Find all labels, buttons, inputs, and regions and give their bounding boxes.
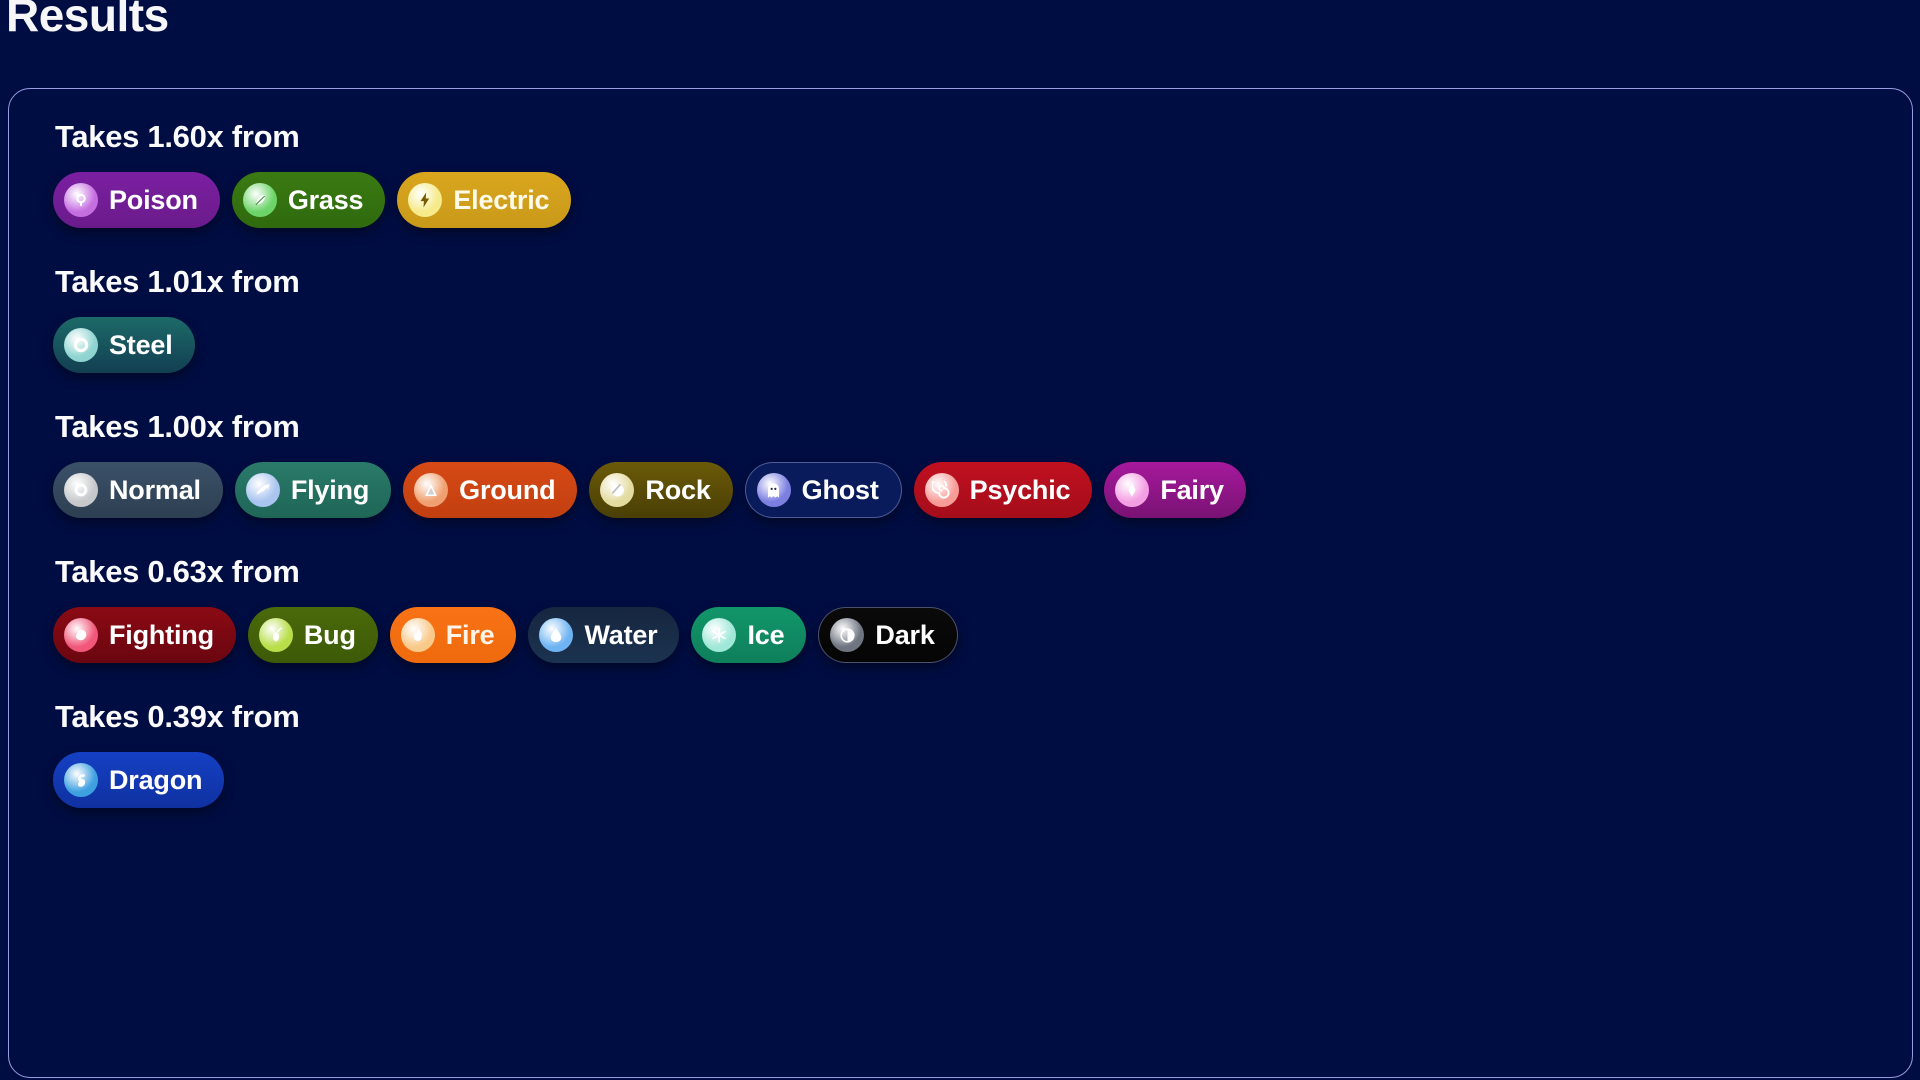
- poison-icon: [64, 183, 98, 217]
- type-badge-label: Fighting: [109, 619, 214, 650]
- type-badge-label: Ice: [747, 619, 785, 650]
- group-heading: Takes 0.63x from: [55, 554, 300, 589]
- type-badge-label: Poison: [109, 184, 198, 215]
- type-badge-poison[interactable]: Poison: [53, 172, 220, 228]
- type-badge-fire[interactable]: Fire: [389, 607, 517, 663]
- dragon-icon: [64, 763, 98, 797]
- type-badge-electric[interactable]: Electric: [397, 172, 572, 228]
- type-badge-label: Psychic: [969, 474, 1071, 505]
- ghost-icon: [756, 473, 791, 507]
- type-badge-label: Water: [584, 619, 658, 650]
- group-heading: Takes 1.60x from: [55, 119, 300, 154]
- type-badge-label: Flying: [290, 474, 370, 505]
- type-badge-label: Steel: [109, 329, 173, 360]
- type-badge-label: Fairy: [1160, 474, 1224, 505]
- type-badge-label: Ground: [459, 474, 556, 505]
- results-card: Takes 1.60x from Poison Grass Electric Takes…: [8, 88, 1913, 1078]
- electric-icon: [408, 183, 443, 217]
- type-badge-label: Rock: [645, 474, 711, 505]
- type-badge-label: Electric: [453, 184, 550, 215]
- type-badge-normal[interactable]: Normal: [53, 462, 223, 518]
- type-badge-label: Ghost: [801, 474, 879, 505]
- group-heading: Takes 1.00x from: [55, 409, 300, 444]
- type-badge-ice[interactable]: Ice: [691, 607, 807, 663]
- page-title: Results: [6, 0, 169, 41]
- fighting-icon: [64, 618, 98, 652]
- type-badge-grass[interactable]: Grass: [231, 172, 386, 228]
- type-badge-fighting[interactable]: Fighting: [53, 607, 236, 663]
- type-badge-flying[interactable]: Flying: [234, 462, 392, 518]
- type-badge-row: Steel: [53, 317, 1868, 373]
- type-badge-label: Bug: [303, 619, 356, 650]
- type-badge-dragon[interactable]: Dragon: [53, 752, 225, 808]
- fire-icon: [400, 618, 435, 652]
- type-badge-label: Dark: [875, 619, 935, 650]
- type-badge-bug[interactable]: Bug: [247, 607, 378, 663]
- ground-icon: [414, 473, 449, 507]
- type-badge-row: Normal Flying Ground Rock Ghost Psychic Fairy: [53, 462, 1868, 518]
- steel-icon: [64, 328, 98, 362]
- result-group: Takes 1.60x from Poison Grass Electric: [53, 119, 1868, 228]
- type-badge-label: Dragon: [109, 764, 203, 795]
- result-group: Takes 0.39x from Dragon: [53, 699, 1868, 808]
- type-badge-label: Grass: [287, 184, 364, 215]
- normal-icon: [64, 473, 98, 507]
- group-heading: Takes 1.01x from: [55, 264, 300, 299]
- flying-icon: [245, 473, 280, 507]
- type-badge-psychic[interactable]: Psychic: [913, 462, 1093, 518]
- type-badge-ghost[interactable]: Ghost: [744, 462, 902, 518]
- ice-icon: [702, 618, 737, 652]
- result-group: Takes 1.01x from Steel: [53, 264, 1868, 373]
- rock-icon: [600, 473, 635, 507]
- type-badge-label: Fire: [445, 619, 495, 650]
- type-badge-row: Dragon: [53, 752, 1868, 808]
- fairy-icon: [1115, 473, 1150, 507]
- type-badge-dark[interactable]: Dark: [818, 607, 958, 663]
- type-badge-fairy[interactable]: Fairy: [1104, 462, 1246, 518]
- type-badge-ground[interactable]: Ground: [403, 462, 578, 518]
- psychic-icon: [924, 473, 959, 507]
- type-badge-rock[interactable]: Rock: [589, 462, 733, 518]
- result-group: Takes 0.63x from Fighting Bug Fire Water Ice D…: [53, 554, 1868, 663]
- type-badge-label: Normal: [109, 474, 201, 505]
- water-icon: [539, 618, 574, 652]
- result-group: Takes 1.00x from Normal Flying Ground Rock Gh…: [53, 409, 1868, 518]
- grass-icon: [242, 183, 277, 217]
- type-badge-row: Fighting Bug Fire Water Ice Dark: [53, 607, 1868, 663]
- group-heading: Takes 0.39x from: [55, 699, 300, 734]
- type-badge-water[interactable]: Water: [528, 607, 680, 663]
- type-badge-steel[interactable]: Steel: [53, 317, 195, 373]
- type-badge-row: Poison Grass Electric: [53, 172, 1868, 228]
- dark-icon: [830, 618, 865, 652]
- bug-icon: [258, 618, 293, 652]
- results-groups: Takes 1.60x from Poison Grass Electric Takes…: [53, 119, 1868, 808]
